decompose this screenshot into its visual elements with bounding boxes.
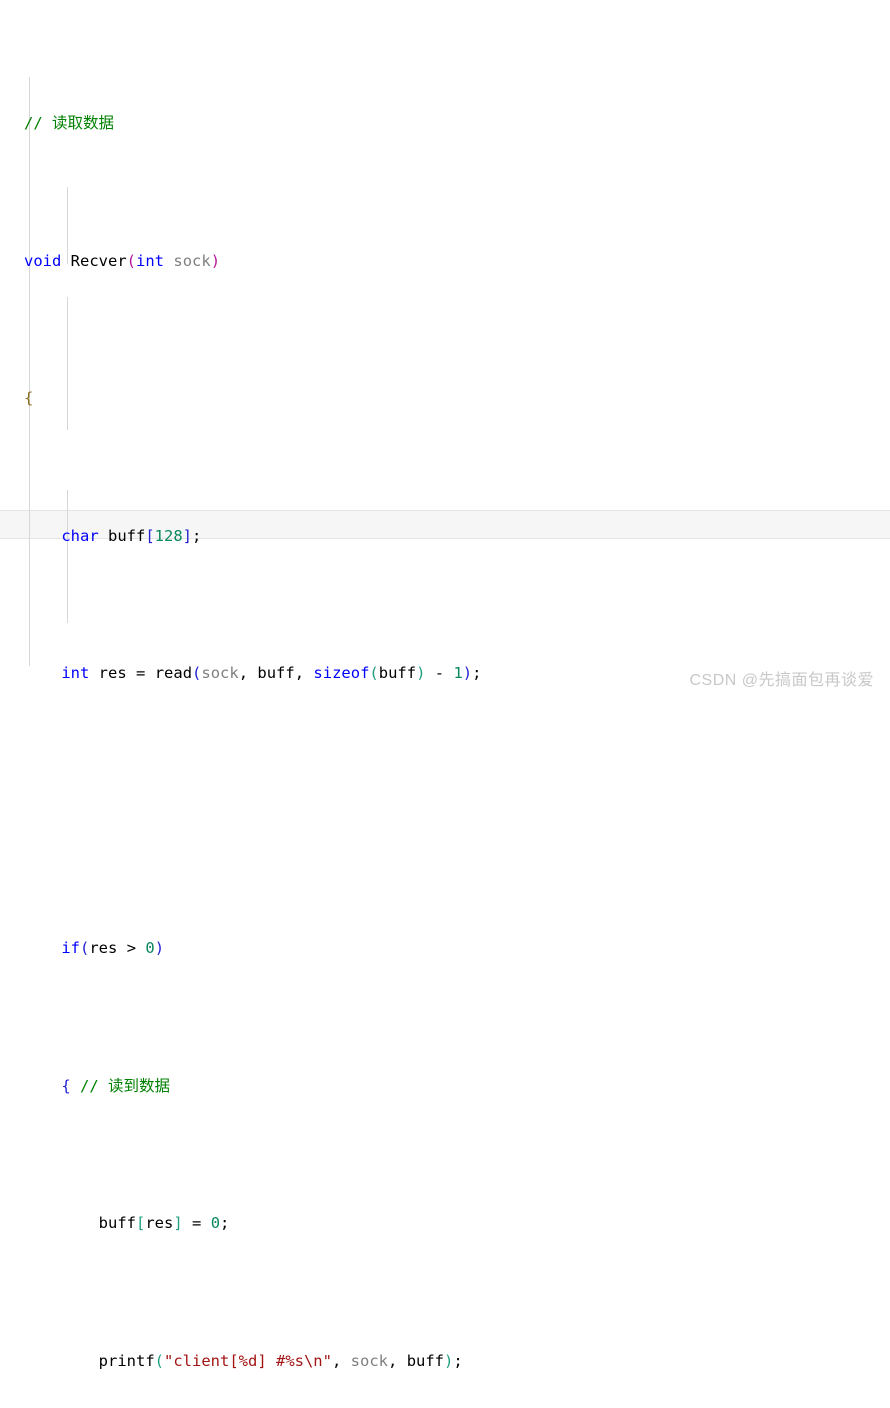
semicolon: ; <box>192 526 202 545</box>
brace-open-depth1: { <box>61 1076 71 1095</box>
var-buff: buff <box>98 1214 136 1232</box>
number-0: 0 <box>210 1214 221 1232</box>
arg-sock: sock <box>350 1351 388 1370</box>
code-line[interactable]: void Recver(int sock) <box>0 248 816 276</box>
paren-close: ) <box>416 664 426 682</box>
arg-buff: buff <box>257 664 295 682</box>
paren-open: ( <box>154 1351 164 1370</box>
code-line[interactable]: char buff[128]; <box>0 523 816 551</box>
bracket-open: [ <box>145 526 155 545</box>
paren-open: ( <box>192 664 202 682</box>
code-editor[interactable]: // 读取数据 void Recver(int sock) { char buf… <box>0 0 890 1370</box>
code-line[interactable]: { <box>0 385 816 413</box>
keyword-if: if <box>61 939 80 957</box>
arg-buff: buff <box>378 664 417 682</box>
gt-operator: > <box>126 939 137 957</box>
call-printf: printf <box>98 1351 155 1370</box>
var-res: res <box>98 664 127 682</box>
code-line[interactable]: buff[res] = 0; <box>0 1210 816 1238</box>
keyword-sizeof: sizeof <box>313 664 370 682</box>
call-read: read <box>154 664 193 682</box>
semicolon: ; <box>453 1351 463 1370</box>
code-line-blank[interactable] <box>0 798 816 826</box>
comment-token: // 读到数据 <box>80 1076 171 1095</box>
minus-operator: - <box>434 664 445 682</box>
semicolon: ; <box>220 1214 230 1232</box>
comma: , <box>331 1351 342 1370</box>
comma: , <box>294 664 305 682</box>
string-literal: "client[%d] #%s\n" <box>164 1351 332 1370</box>
paren-close: ) <box>154 939 165 957</box>
comma: , <box>238 664 249 682</box>
code-line[interactable]: if(res > 0) <box>0 935 816 963</box>
comment-token: // 读取数据 <box>24 114 114 132</box>
paren-close: ) <box>210 251 221 270</box>
code-line[interactable]: { // 读到数据 <box>0 1073 816 1101</box>
comma: , <box>388 1351 398 1370</box>
paren-close: ) <box>462 664 473 682</box>
csdn-watermark: CSDN @先搞面包再谈爱 <box>689 672 874 689</box>
assign-operator: = <box>136 664 146 682</box>
arg-buff: buff <box>406 1351 445 1370</box>
var-res: res <box>145 1214 174 1232</box>
paren-open: ( <box>126 251 137 270</box>
brace-open-depth0: { <box>24 389 34 407</box>
number-128: 128 <box>154 526 183 545</box>
number-1: 1 <box>453 664 463 682</box>
paren-open: ( <box>80 939 90 957</box>
arg-sock: sock <box>201 664 239 682</box>
paren-open: ( <box>369 664 379 682</box>
keyword-void: void <box>24 251 62 270</box>
code-block[interactable]: // 读取数据 void Recver(int sock) { char buf… <box>0 0 816 1408</box>
keyword-int: int <box>61 664 90 682</box>
function-name: Recver <box>70 251 127 270</box>
code-line[interactable]: // 读取数据 <box>0 110 816 138</box>
bracket-close: ] <box>173 1214 183 1232</box>
keyword-char: char <box>61 526 99 545</box>
bracket-open: [ <box>135 1214 146 1232</box>
var-res: res <box>89 939 118 957</box>
bracket-close: ] <box>182 526 193 545</box>
assign-operator: = <box>192 1214 202 1232</box>
var-buff: buff <box>108 526 146 545</box>
parameter-sock: sock <box>173 251 211 270</box>
number-0: 0 <box>145 939 155 957</box>
paren-close: ) <box>444 1351 454 1370</box>
code-line[interactable]: printf("client[%d] #%s\n", sock, buff); <box>0 1348 816 1376</box>
keyword-int: int <box>136 251 165 270</box>
semicolon: ; <box>472 664 482 682</box>
